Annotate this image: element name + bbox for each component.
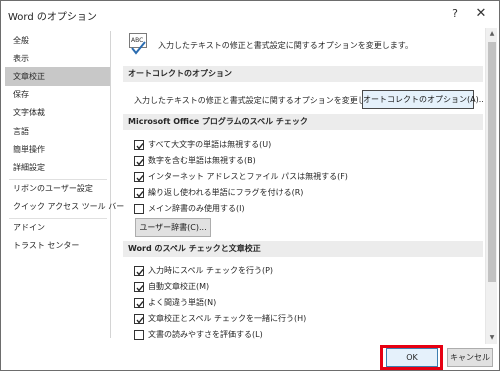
close-button[interactable]: ✕ <box>471 5 491 23</box>
sidebar-item-general[interactable]: 全般 <box>5 31 110 50</box>
checkbox[interactable] <box>134 330 144 340</box>
sidebar-item-typography[interactable]: 文字体裁 <box>5 103 110 122</box>
checkbox[interactable] <box>134 204 144 214</box>
checkbox-label: すべて大文字の単語は無視する(U) <box>148 140 272 149</box>
checkbox[interactable] <box>134 282 144 292</box>
abc-spellcheck-icon: ABC <box>129 33 149 55</box>
checkbox[interactable] <box>134 266 144 276</box>
sidebar-item-save[interactable]: 保存 <box>5 85 110 104</box>
scroll-up-arrow-icon[interactable]: ▲ <box>486 28 498 40</box>
checkbox[interactable] <box>134 140 144 150</box>
word-options-dialog: Word のオプション ? ✕ 全般 表示 文章校正 保存 文字体裁 言語 簡単… <box>0 0 500 371</box>
checkbox[interactable] <box>134 298 144 308</box>
sidebar-item-trust-center[interactable]: トラスト センター <box>5 236 110 255</box>
help-button[interactable]: ? <box>445 5 465 23</box>
sidebar-item-customize-ribbon[interactable]: リボンのユーザー設定 <box>5 179 110 198</box>
checkbox[interactable] <box>134 156 144 166</box>
checkbox-label: 繰り返し使われる単語にフラグを付ける(R) <box>148 188 304 197</box>
sidebar-item-display[interactable]: 表示 <box>5 49 110 68</box>
checkbox[interactable] <box>134 314 144 324</box>
svg-text:ABC: ABC <box>131 37 143 44</box>
autocorrect-options-button[interactable]: オートコレクトのオプション(A)... <box>362 90 484 109</box>
checkbox-label: よく間違う単語(N) <box>148 298 217 307</box>
vertical-scrollbar[interactable]: ▲ ▼ <box>485 28 497 344</box>
autocorrect-section-header: オートコレクトのオプション <box>123 66 483 82</box>
checkbox-label: メイン辞書のみ使用する(I) <box>148 204 245 213</box>
sidebar-item-quick-access-toolbar[interactable]: クイック アクセス ツール バー <box>5 197 124 216</box>
checkbox-label: 自動文章校正(M) <box>148 282 210 291</box>
checkbox-label: 数字を含む単語は無視する(B) <box>148 156 256 165</box>
sidebar: 全般 表示 文章校正 保存 文字体裁 言語 簡単操作 詳細設定 リボンのユーザー… <box>5 31 124 338</box>
sidebar-item-advanced[interactable]: 詳細設定 <box>5 158 110 177</box>
intro-description: 入力したテキストの修正と書式設定に関するオプションを変更します。 <box>158 41 413 50</box>
office-spelling-section-header: Microsoft Office プログラムのスペル チェック <box>123 114 483 130</box>
checkbox-label: 文書の読みやすさを評価する(L) <box>148 330 263 339</box>
word-spelling-section-header: Word のスペル チェックと文章校正 <box>123 241 483 257</box>
title-bar: Word のオプション ? ✕ <box>1 1 499 27</box>
sidebar-item-language[interactable]: 言語 <box>5 122 110 141</box>
cancel-button[interactable]: キャンセル <box>447 348 493 367</box>
dialog-title: Word のオプション <box>8 12 97 23</box>
checkbox-label: インターネット アドレスとファイル パスは無視する(F) <box>148 172 348 181</box>
proofing-options-panel: ABC 入力したテキストの修正と書式設定に関するオプションを変更します。 オート… <box>116 28 484 344</box>
sidebar-item-proofing[interactable]: 文章校正 <box>5 67 110 86</box>
checkbox-label: 文章校正とスペル チェックを一緒に行う(H) <box>148 314 307 323</box>
ok-button[interactable]: OK <box>386 348 438 367</box>
custom-dictionaries-button[interactable]: ユーザー辞書(C)... <box>135 218 211 237</box>
checkbox-label: 入力時にスペル チェックを行う(P) <box>148 266 274 275</box>
autocorrect-description: 入力したテキストの修正と書式設定に関するオプションを変更します。 <box>134 96 389 105</box>
checkbox[interactable] <box>134 188 144 198</box>
sidebar-item-accessibility[interactable]: 簡単操作 <box>5 140 110 159</box>
checkbox[interactable] <box>134 172 144 182</box>
scrollbar-thumb[interactable] <box>488 42 496 282</box>
sidebar-item-addins[interactable]: アドイン <box>5 218 110 237</box>
scroll-down-arrow-icon[interactable]: ▼ <box>486 332 498 344</box>
